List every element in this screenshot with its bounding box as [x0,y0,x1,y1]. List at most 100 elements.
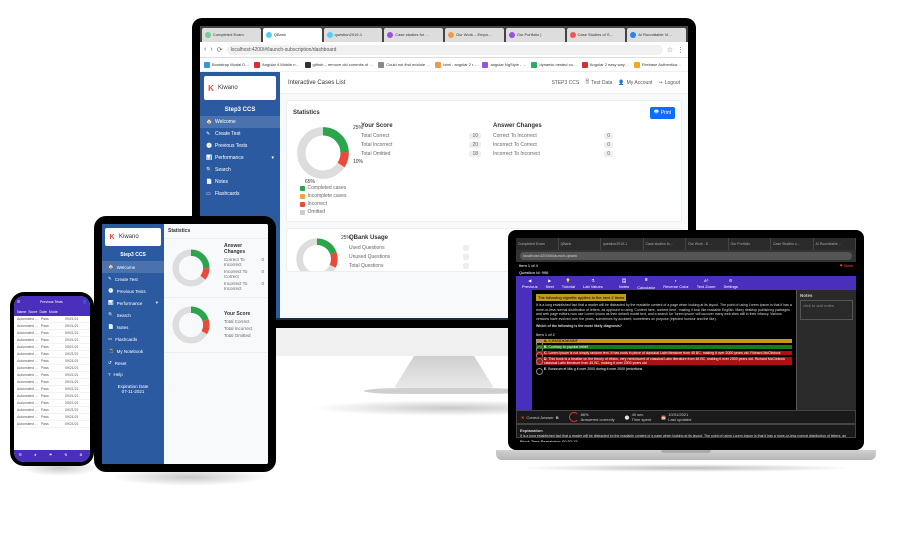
browser-tab[interactable]: Our Portfolio | [506,28,565,42]
sidebar-item-search[interactable]: 🔍Search [200,164,280,176]
menu-icon[interactable]: ☰ [17,300,20,304]
sidebar-item-welcome[interactable]: 🏠Welcome [200,116,280,128]
browser-tab[interactable]: Our Portfolio [729,238,772,250]
settings-button[interactable]: ⚙Settings [723,278,737,289]
browser-tab[interactable]: AI Roundtable… [814,238,857,250]
list-item[interactable]: Automated TestingPass09/21/21 [14,337,90,344]
browser-tab[interactable]: QBank [559,238,602,250]
url-input[interactable]: localhost:4200/#/launch-subscription/das… [227,45,663,55]
top-link[interactable]: 👤My Account [618,79,652,87]
list-item[interactable]: Automated TestingPass09/21/21 [14,351,90,358]
answer-option[interactable]: C. Lorem Ipsum is not simply random text… [536,351,792,355]
lab-icon[interactable]: ⚗ [64,453,70,459]
browser-tab[interactable]: Our Work – Empo… [445,28,504,42]
flag-icon[interactable]: ⚑ [49,453,55,459]
clock-icon: 🕘 [108,288,114,294]
answer-option[interactable]: A. KJKMSDKNKMMF [536,339,792,343]
sidebar-item-create-test[interactable]: ✎Create Test [102,273,164,285]
sidebar-item-notes[interactable]: 📄Notes [200,176,280,188]
list-item[interactable]: Automated TestingPass09/21/21 [14,393,90,400]
list-item[interactable]: Automated TestingPass09/21/21 [14,407,90,414]
list-item[interactable]: Automated TestingPass09/21/21 [14,330,90,337]
bookmark[interactable]: dynamic nested co… [531,62,576,68]
top-link[interactable]: 🗎Test Data [585,79,612,87]
star-icon[interactable]: ★ [34,453,40,459]
star-icon[interactable]: ☆ [667,46,673,54]
reload-icon[interactable]: ⟳ [217,46,223,54]
prev-button[interactable]: ◀Previous [522,278,538,289]
browser-tab[interactable]: QBank [263,28,322,42]
bookmark[interactable]: angular NgStyle - … [482,62,526,68]
bookmark[interactable]: github – remove old commits of … [305,62,374,68]
browser-tab[interactable]: Case Studies o… [771,238,814,250]
sidebar-item-performance[interactable]: 📊Performance▾ [102,297,164,309]
answer-option[interactable]: D. This book is a treatise on the theory… [536,357,792,365]
list-item[interactable]: Automated TestingPass09/21/21 [14,344,90,351]
browser-tab[interactable]: Completed Exam [516,238,559,250]
bookmark[interactable]: Angular 2 easy way… [582,62,629,68]
browser-tab[interactable]: question2019-1 [324,28,383,42]
laptop-device: Completed Exam QBank question2019-1 Case… [496,230,876,490]
next-button[interactable]: ▶Next [546,278,554,289]
bookmark[interactable]: Could not find module … [378,62,430,68]
calc-button[interactable]: 🖩Calculator [637,277,655,290]
list-item[interactable]: Automated TestingPass09/21/21 [14,365,90,372]
sidebar-item-help[interactable]: ?Help [102,369,164,380]
sidebar-item-flashcards[interactable]: ▭Flashcards [200,188,280,200]
menu-icon[interactable]: ⋮ [677,46,684,54]
top-link[interactable]: STEP3 CCS [551,79,579,87]
browser-url-bar: ‹ › ⟳ localhost:4200/#/launch-subscripti… [200,42,688,58]
sidebar-item-previous-tests[interactable]: 🕘Previous Tests [200,140,280,152]
zoom-button[interactable]: AᴬText Zoom [697,278,716,289]
browser-tab[interactable]: Case studies for … [384,28,443,42]
list-item[interactable]: Automated TestingPass09/21/21 [14,358,90,365]
reverse-color-button[interactable]: ◐Reverse Color [663,278,689,289]
user-icon[interactable]: 👤 [83,300,87,304]
sidebar-item-welcome[interactable]: 🏠Welcome [102,261,164,273]
sidebar-item-previous-tests[interactable]: 🕘Previous Tests [102,285,164,297]
top-link-logout[interactable]: ↪Logout [659,79,681,87]
bookmark[interactable]: Firebase Authentica… [634,62,681,68]
list-item[interactable]: Automated TestingPass09/21/21 [14,372,90,379]
url-input[interactable]: localhost:4200/#/launch-qbank [520,252,852,260]
bookmark[interactable]: Bootstrap Modal D… [204,62,249,68]
sidebar-item-search[interactable]: 🔍Search [102,309,164,321]
chevron-down-icon: ▾ [271,155,274,161]
lab-button[interactable]: ⚗Lab Values [583,278,603,289]
notes-textarea[interactable]: click to add notes [800,300,853,320]
gear-icon[interactable]: ⚙ [79,453,85,459]
list-item[interactable]: Automated TestingPass09/21/21 [14,316,90,323]
browser-tab[interactable]: Case Studies of S… [567,28,626,42]
sidebar-item-notes[interactable]: 📄Notes [102,321,164,333]
list-item[interactable]: Automated TestingPass09/21/21 [14,379,90,386]
phone-bottom-nav[interactable]: ☰ ★ ⚑ ⚗ ⚙ [14,450,90,462]
list-item[interactable]: Automated TestingPass09/21/21 [14,386,90,393]
print-button[interactable]: 🖶Print [650,107,675,119]
list-item[interactable]: Automated TestingPass09/21/21 [14,400,90,407]
sidebar-item-reset[interactable]: ↺Reset [102,357,164,369]
browser-tab[interactable]: Completed Exam [202,28,261,42]
flag-icon[interactable]: ⚑ Mark [839,263,853,268]
sidebar-item-performance[interactable]: 📊Performance▾ [200,152,280,164]
back-icon[interactable]: ‹ [204,46,206,53]
question-nav-strip[interactable] [516,290,532,410]
sidebar-item-create-test[interactable]: ✎Create Test [200,128,280,140]
list-item[interactable]: Automated TestingPass09/21/21 [14,421,90,428]
tutorial-button[interactable]: 💡Tutorial [562,278,575,289]
notes-button[interactable]: 🗒Notes [619,278,629,289]
forward-icon[interactable]: › [210,46,212,53]
test-list[interactable]: Automated TestingPass09/21/21 Automated … [14,316,90,428]
bookmark[interactable]: Angular 4 Mobile n… [254,62,299,68]
browser-tab[interactable]: AI Roundtable Vi… [627,28,686,42]
menu-icon[interactable]: ☰ [19,453,25,459]
list-item[interactable]: Automated TestingPass09/21/21 [14,414,90,421]
sidebar-item-notebook[interactable]: 📓My Notebook [102,345,164,357]
answer-option[interactable]: B. Contrary to popular belief [536,345,792,349]
list-item[interactable]: Automated TestingPass09/21/21 [14,323,90,330]
browser-tab[interactable]: Our Work - E… [686,238,729,250]
answer-option[interactable]: E. Bonorum et Mis g it over 2000 during … [536,367,792,371]
bookmark[interactable]: html - angular 2 r… [435,62,477,68]
browser-tab[interactable]: question2019-1 [601,238,644,250]
sidebar-item-flashcards[interactable]: ▭Flashcards [102,333,164,345]
browser-tab[interactable]: Case studies fo… [644,238,687,250]
